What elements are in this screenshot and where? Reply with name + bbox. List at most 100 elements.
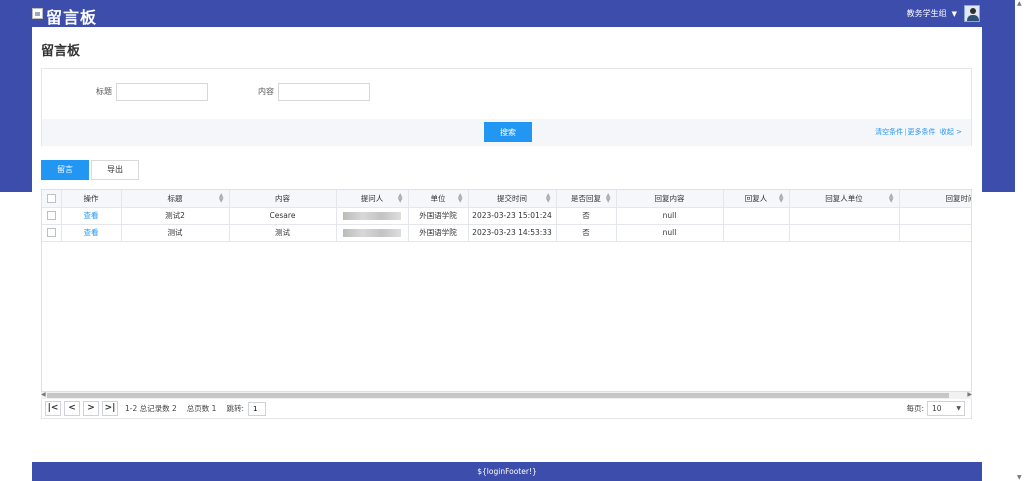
- tab-message[interactable]: 留言: [41, 160, 89, 180]
- prev-page-button[interactable]: <: [64, 401, 80, 416]
- sort-icon[interactable]: ▲ ▼: [458, 193, 463, 204]
- cell-replier: [723, 224, 790, 242]
- redacted-name: [343, 212, 401, 220]
- cell-title: 测试: [121, 224, 230, 242]
- cell-replier: [723, 207, 790, 225]
- row-select-cell[interactable]: [42, 224, 62, 242]
- column-header-replied[interactable]: 是否回复 ▲ ▼: [556, 190, 617, 208]
- last-page-button[interactable]: >|: [102, 401, 118, 416]
- more-conditions-link[interactable]: 更多条件: [907, 128, 935, 136]
- search-row: 标题 内容: [42, 82, 971, 102]
- row-action-cell: 查看: [61, 224, 122, 242]
- vertical-scrollbar[interactable]: ▲ ▼: [1015, 0, 1024, 481]
- row-action-cell: 查看: [61, 207, 122, 225]
- column-header-reply-time: 回复时间: [899, 190, 971, 208]
- cell-reply-time: [899, 224, 971, 242]
- horizontal-scrollbar[interactable]: ◀ ▶: [41, 391, 972, 399]
- pagination-bar: |< < > >| 1-2 总记录数 2 总页数 1 跳转: 每页: 10: [41, 399, 972, 419]
- table-header-row: 操作 标题 ▲ ▼ 内容 提问人 ▲ ▼ 单位 ▲ ▼ 提交时间 ▲ ▼ 是否回复 ▲ ▼ 回复内容…: [42, 190, 971, 208]
- column-header-replier-unit[interactable]: 回复人单位 ▲ ▼: [789, 190, 900, 208]
- content-input[interactable]: [278, 83, 370, 101]
- column-header-replier-label: 回复人: [744, 193, 768, 203]
- select-all-cell[interactable]: [42, 190, 62, 208]
- total-pages: 总页数 1: [186, 404, 217, 413]
- title-input[interactable]: [116, 83, 208, 101]
- page-title: 留言板: [41, 44, 81, 59]
- sort-icon[interactable]: ▲ ▼: [779, 193, 784, 204]
- column-header-content: 内容: [229, 190, 337, 208]
- cell-unit: 外国语学院: [408, 224, 469, 242]
- cell-unit: 外国语学院: [408, 207, 469, 225]
- row-checkbox[interactable]: [46, 228, 56, 238]
- message-table: 操作 标题 ▲ ▼ 内容 提问人 ▲ ▼ 单位 ▲ ▼ 提交时间 ▲ ▼ 是否回复 ▲ ▼ 回复内容…: [41, 189, 972, 392]
- column-header-unit-label: 单位: [430, 193, 446, 203]
- page-size-control: 每页: 10: [906, 401, 965, 416]
- next-page-button[interactable]: >: [83, 401, 99, 416]
- sort-icon[interactable]: ▲ ▼: [219, 193, 224, 204]
- app-header: 留言板 教务学生组 ▼: [0, 0, 1024, 27]
- cell-reply-content: null: [616, 207, 724, 225]
- column-header-title[interactable]: 标题 ▲ ▼: [121, 190, 230, 208]
- jump-page-input[interactable]: [247, 401, 266, 416]
- cell-submit-time: 2023-03-23 14:53:33: [468, 224, 557, 242]
- scroll-down-icon[interactable]: ▼: [1017, 474, 1022, 481]
- cell-replied: 否: [556, 207, 617, 225]
- cell-content: Cesare: [229, 207, 337, 225]
- chevron-down-icon[interactable]: ▼: [952, 10, 957, 18]
- column-header-unit[interactable]: 单位 ▲ ▼: [408, 190, 469, 208]
- sort-icon[interactable]: ▲ ▼: [546, 193, 551, 204]
- first-page-button[interactable]: |<: [45, 401, 61, 416]
- column-header-submit-time[interactable]: 提交时间 ▲ ▼: [468, 190, 557, 208]
- user-avatar-icon[interactable]: [964, 5, 980, 22]
- row-checkbox[interactable]: [46, 211, 56, 221]
- record-count: 1-2 总记录数 2: [125, 404, 177, 413]
- search-action-bar: 搜索 清空条件|更多条件 收起 >: [42, 119, 971, 146]
- column-header-replier[interactable]: 回复人 ▲ ▼: [723, 190, 790, 208]
- user-menu[interactable]: 教务学生组 ▼: [907, 5, 980, 22]
- cell-reply-time: [899, 207, 971, 225]
- cell-asker: [336, 207, 409, 225]
- search-button[interactable]: 搜索: [484, 122, 532, 142]
- user-name[interactable]: 教务学生组: [907, 8, 947, 19]
- tab-export[interactable]: 导出: [91, 160, 139, 180]
- app-title: 留言板: [46, 8, 98, 27]
- cell-content: 测试: [229, 224, 337, 242]
- search-panel: 标题 内容 搜索 清空条件|更多条件 收起 >: [41, 68, 972, 146]
- search-links: 清空条件|更多条件 收起 >: [875, 127, 962, 137]
- sort-icon[interactable]: ▲ ▼: [606, 193, 611, 204]
- scroll-right-icon[interactable]: ▶: [967, 391, 972, 398]
- cell-asker: [336, 224, 409, 242]
- broken-image-icon: [32, 7, 43, 19]
- table-row: 查看 测试 测试 外国语学院 2023-03-23 14:53:33 否 nul…: [42, 224, 971, 242]
- clear-conditions-link[interactable]: 清空条件: [875, 128, 903, 136]
- content-label: 内容: [258, 87, 274, 96]
- jump-label: 跳转:: [226, 404, 244, 413]
- main-panel: 留言板 标题 内容 搜索 清空条件|更多条件 收起 > 留言 导出 操作 标题 …: [32, 27, 982, 463]
- row-select-cell[interactable]: [42, 207, 62, 225]
- column-header-reply-content: 回复内容: [616, 190, 724, 208]
- cell-replied: 否: [556, 224, 617, 242]
- logo: 留言板: [32, 4, 97, 28]
- column-header-replied-label: 是否回复: [571, 193, 601, 203]
- column-header-asker-label: 提问人: [360, 193, 384, 203]
- scrollbar-thumb[interactable]: [47, 393, 949, 398]
- view-link[interactable]: 查看: [84, 228, 99, 237]
- collapse-link[interactable]: 收起 >: [940, 128, 962, 136]
- cell-replier-unit: [789, 207, 900, 225]
- scroll-left-icon[interactable]: ◀: [41, 391, 46, 398]
- column-header-asker[interactable]: 提问人 ▲ ▼: [336, 190, 409, 208]
- view-link[interactable]: 查看: [84, 211, 99, 220]
- table-row: 查看 测试2 Cesare 外国语学院 2023-03-23 15:01:24 …: [42, 207, 971, 225]
- column-header-action: 操作: [61, 190, 122, 208]
- scroll-up-icon[interactable]: ▲: [1017, 0, 1022, 7]
- select-all-checkbox[interactable]: [46, 194, 56, 203]
- sort-icon[interactable]: ▲ ▼: [889, 193, 894, 204]
- cell-title: 测试2: [121, 207, 230, 225]
- column-header-submit-time-label: 提交时间: [497, 193, 527, 203]
- tab-row: 留言 导出: [41, 160, 139, 180]
- page-size-select[interactable]: 10: [927, 401, 965, 416]
- cell-submit-time: 2023-03-23 15:01:24: [468, 207, 557, 225]
- sort-icon[interactable]: ▲ ▼: [398, 193, 403, 204]
- footer: ${loginFooter!}: [32, 462, 982, 481]
- column-header-replier-unit-label: 回复人单位: [825, 193, 863, 203]
